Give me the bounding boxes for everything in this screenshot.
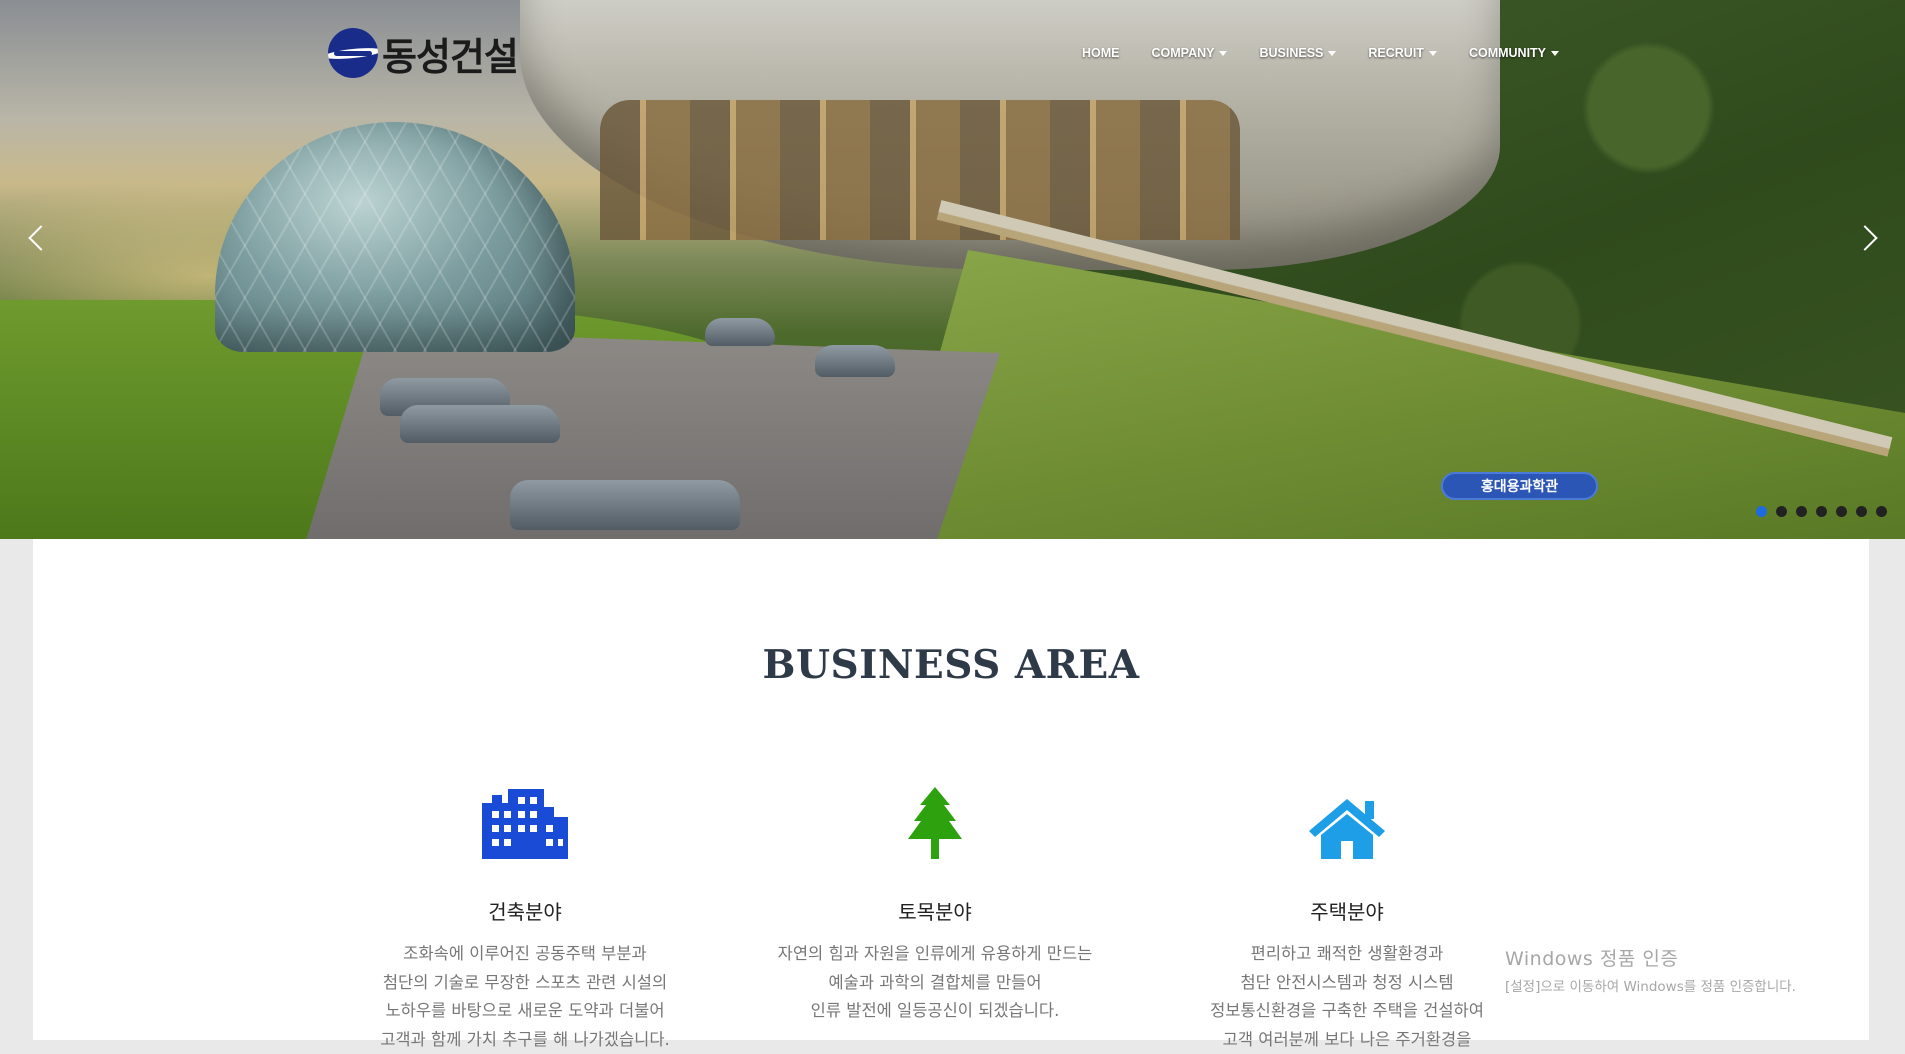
nav-item-recruit[interactable]: RECRUIT [1368, 46, 1437, 60]
caret-down-icon [1328, 50, 1337, 56]
hero-car [400, 405, 560, 443]
description-line: 고객과 함께 가치 추구를 해 나가겠습니다. [380, 1029, 670, 1049]
nav-item-label: COMPANY [1151, 46, 1215, 60]
nav-item-company[interactable]: COMPANY [1152, 46, 1228, 60]
carousel-dot[interactable] [1816, 506, 1827, 517]
description-line: 첨단의 기술로 무장한 스포츠 관련 시설의 [382, 972, 668, 992]
business-area-title: 건축분야 [488, 900, 562, 924]
description-line: 자연의 힘과 자원을 인류에게 유용하게 만드는 [777, 944, 1093, 963]
tree-icon [745, 779, 1125, 859]
nav-item-label: BUSINESS [1259, 46, 1324, 60]
carousel-dot[interactable] [1856, 506, 1867, 517]
nav-item-home[interactable]: HOME [1082, 46, 1120, 60]
watermark-title: Windows 정품 인증 [1505, 948, 1679, 970]
description-line: 고객 여러분께 보다 나은 주거환경을 [1222, 1029, 1472, 1049]
description-line: 노하우를 바탕으로 새로운 도약과 더불어 [385, 1001, 665, 1020]
carousel-indicators [1756, 506, 1887, 517]
carousel-dot[interactable] [1756, 506, 1767, 517]
nav-item-label: RECRUIT [1368, 46, 1424, 60]
main-nav: HOME COMPANY BUSINESS RECRUIT COMMUNITY [1082, 46, 1591, 60]
business-area-description: 편리하고 쾌적한 생활환경과 첨단 안전시스템과 청정 시스템 정보통신환경을 … [1157, 940, 1537, 1054]
logo-mark-icon [328, 28, 378, 78]
description-line: 인류 발전에 일등공신이 되겠습니다. [810, 1001, 1060, 1020]
caret-down-icon [1551, 50, 1560, 56]
business-area-housing: 주택분야 편리하고 쾌적한 생활환경과 첨단 안전시스템과 청정 시스템 정보통… [1157, 779, 1537, 1054]
section-title: BUSINESS AREA [762, 642, 1140, 688]
building-icon [335, 779, 715, 859]
carousel-prev-chevron-icon[interactable] [24, 224, 50, 250]
nav-item-community[interactable]: COMMUNITY [1468, 46, 1560, 60]
description-line: 예술과 과학의 결합체를 만들어 [828, 972, 1042, 992]
description-line: 정보통신환경을 구축한 주택을 건설하여 [1210, 1001, 1484, 1020]
hero-car [815, 345, 895, 377]
carousel-dot[interactable] [1836, 506, 1847, 517]
hero-building-glass [600, 100, 1240, 240]
windows-activation-watermark: Windows 정품 인증 [설정]으로 이동하여 Windows를 정품 인증… [1505, 944, 1796, 995]
business-area-architecture: 건축분야 조화속에 이루어진 공동주택 부분과 첨단의 기술로 무장한 스포츠 … [335, 779, 715, 1054]
description-line: 조화속에 이루어진 공동주택 부분과 [403, 944, 647, 963]
hero-carousel: 동성건설 HOME COMPANY BUSINESS RECRUIT COMMU… [0, 0, 1905, 539]
hero-car [705, 318, 775, 346]
business-area-civil: 토목분야 자연의 힘과 자원을 인류에게 유용하게 만드는 예술과 과학의 결합… [745, 779, 1125, 1026]
nav-item-business[interactable]: BUSINESS [1259, 46, 1337, 60]
business-area-description: 자연의 힘과 자원을 인류에게 유용하게 만드는 예술과 과학의 결합체를 만들… [745, 940, 1125, 1026]
slide-caption-badge: 홍대용과학관 [1441, 472, 1598, 500]
business-area-title: 토목분야 [898, 900, 972, 924]
hero-car [510, 480, 740, 530]
business-area-description: 조화속에 이루어진 공동주택 부분과 첨단의 기술로 무장한 스포츠 관련 시설… [335, 940, 715, 1054]
business-area-title: 주택분야 [1310, 900, 1384, 924]
carousel-dot[interactable] [1776, 506, 1787, 517]
description-line: 편리하고 쾌적한 생활환경과 [1250, 944, 1444, 963]
home-icon [1157, 779, 1537, 859]
description-line: 첨단 안전시스템과 청정 시스템 [1240, 972, 1454, 992]
hero-dome [215, 122, 575, 352]
carousel-next-chevron-icon[interactable] [1856, 224, 1882, 250]
nav-item-label: COMMUNITY [1468, 46, 1547, 60]
carousel-dot[interactable] [1796, 506, 1807, 517]
caret-down-icon [1219, 50, 1228, 56]
nav-item-label: HOME [1082, 46, 1120, 60]
carousel-dot[interactable] [1876, 506, 1887, 517]
site-logo[interactable]: 동성건설 [328, 26, 519, 80]
watermark-subtitle: [설정]으로 이동하여 Windows를 정품 인증합니다. [1505, 979, 1796, 995]
caret-down-icon [1428, 50, 1437, 56]
logo-text: 동성건설 [382, 34, 519, 79]
